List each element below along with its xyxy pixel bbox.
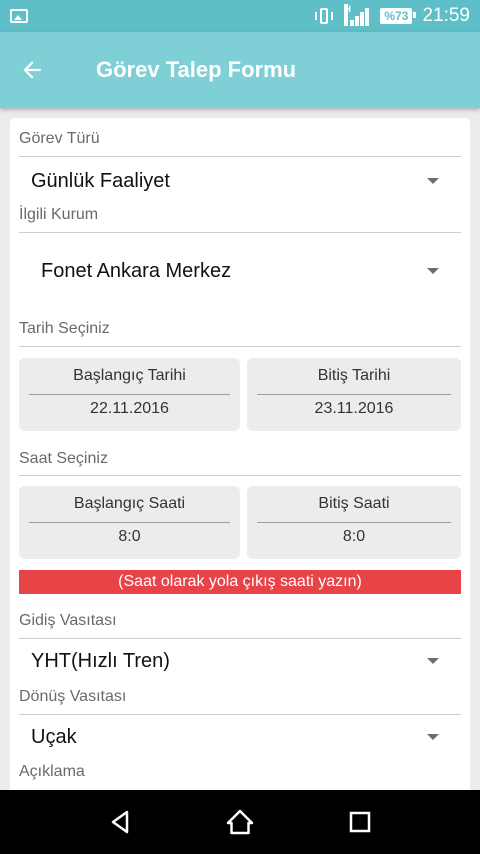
description-label: Açıklama — [19, 763, 85, 780]
navigation-bar — [0, 790, 480, 854]
start-date-title: Başlangıç Tarihi — [73, 367, 186, 384]
departure-vehicle-spinner[interactable]: YHT(Hızlı Tren) — [19, 646, 461, 676]
image-notification-icon — [10, 9, 28, 23]
back-arrow-icon — [23, 61, 41, 79]
divider — [257, 394, 451, 395]
task-type-value: Günlük Faaliyet — [31, 169, 170, 192]
date-label: Tarih Seçiniz — [19, 320, 110, 337]
return-vehicle-spinner[interactable]: Uçak — [19, 722, 461, 752]
vibrate-icon — [314, 8, 334, 24]
clock: 21:59 — [422, 5, 470, 26]
end-time-value: 8:0 — [342, 528, 366, 545]
time-warning-banner: (Saat olarak yola çıkış saati yazın) — [19, 570, 461, 594]
signal-icon: H — [344, 4, 370, 26]
divider — [19, 475, 461, 476]
end-time-title: Bitiş Saati — [318, 495, 390, 512]
divider — [19, 232, 461, 233]
end-date-button[interactable]: Bitiş Tarihi 23.11.2016 — [247, 358, 461, 431]
end-date-title: Bitiş Tarihi — [317, 367, 391, 384]
battery-indicator: %73 — [380, 8, 417, 24]
start-time-title: Başlangıç Saati — [73, 495, 186, 512]
end-time-button[interactable]: Bitiş Saati 8:0 — [247, 486, 461, 559]
divider — [29, 394, 230, 395]
dropdown-arrow-icon — [427, 268, 439, 274]
status-bar: H %73 21:59 — [0, 0, 480, 32]
page-title: Görev Talep Formu — [96, 57, 297, 82]
task-type-spinner[interactable]: Günlük Faaliyet — [19, 166, 461, 196]
divider — [19, 714, 461, 715]
task-type-label: Görev Türü — [19, 130, 100, 147]
end-date-value: 23.11.2016 — [314, 400, 394, 417]
return-vehicle-value: Uçak — [31, 725, 77, 748]
dropdown-arrow-icon — [427, 178, 439, 184]
nav-back-icon[interactable] — [105, 807, 135, 837]
dropdown-arrow-icon — [427, 734, 439, 740]
departure-vehicle-value: YHT(Hızlı Tren) — [31, 649, 170, 672]
start-time-button[interactable]: Başlangıç Saati 8:0 — [19, 486, 240, 559]
divider — [19, 156, 461, 157]
nav-recents-icon[interactable] — [345, 807, 375, 837]
time-label: Saat Seçiniz — [19, 450, 108, 467]
departure-vehicle-label: Gidiş Vasıtası — [19, 612, 117, 629]
back-button[interactable] — [0, 32, 64, 108]
return-vehicle-label: Dönüş Vasıtası — [19, 688, 127, 705]
institution-label: İlgili Kurum — [19, 206, 99, 223]
institution-value: Fonet Ankara Merkez — [41, 259, 232, 282]
dropdown-arrow-icon — [427, 658, 439, 664]
form-card: Görev Türü Günlük Faaliyet İlgili Kurum … — [10, 118, 470, 808]
start-date-value: 22.11.2016 — [90, 400, 169, 417]
start-date-button[interactable]: Başlangıç Tarihi 22.11.2016 — [19, 358, 240, 431]
institution-spinner[interactable]: Fonet Ankara Merkez — [19, 254, 461, 288]
app-bar: Görev Talep Formu — [0, 32, 480, 108]
nav-home-icon[interactable] — [225, 807, 255, 837]
divider — [19, 638, 461, 639]
divider — [257, 522, 451, 523]
divider — [29, 522, 230, 523]
divider — [19, 346, 461, 347]
start-time-value: 8:0 — [118, 528, 141, 545]
